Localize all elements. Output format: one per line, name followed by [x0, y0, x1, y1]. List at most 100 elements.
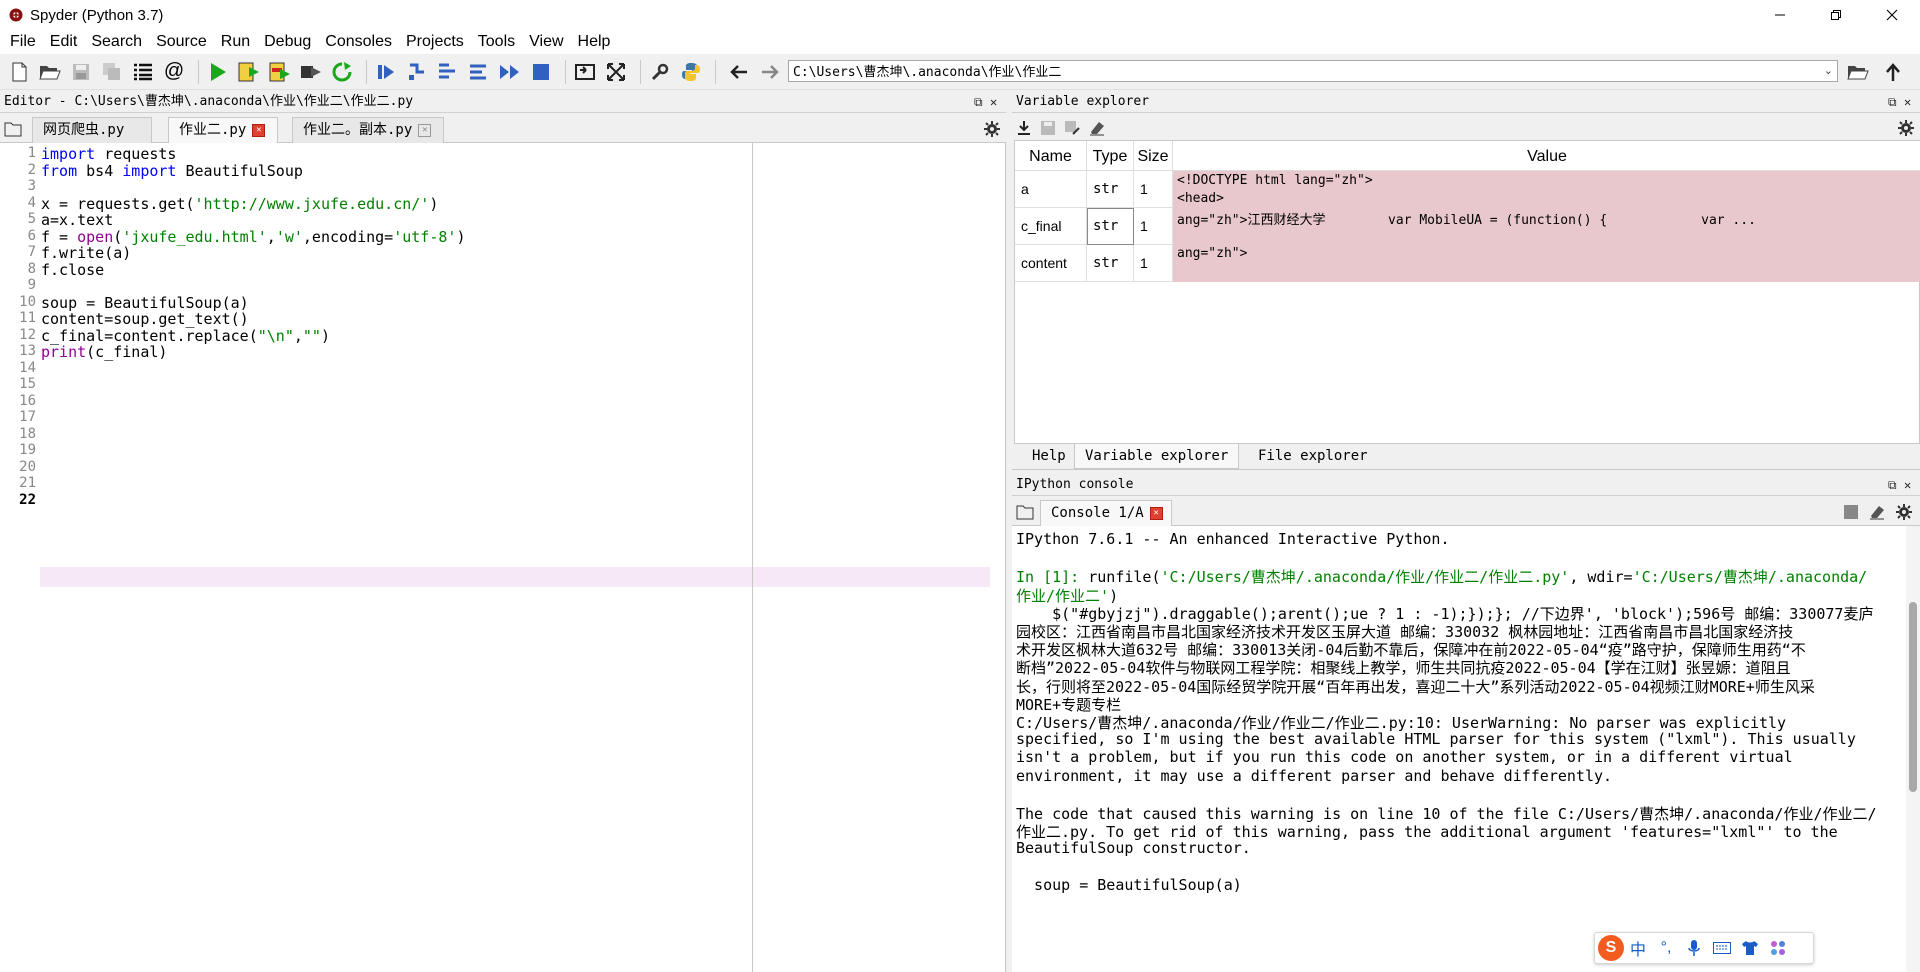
fullscreen-icon[interactable] [603, 59, 629, 85]
undock-icon[interactable]: ⧉ [974, 91, 983, 113]
minimize-button[interactable] [1752, 0, 1808, 30]
code-line[interactable]: f.write(a) [41, 244, 131, 262]
step-into-icon[interactable] [435, 59, 461, 85]
tab-variable-explorer[interactable]: Variable explorer [1074, 444, 1240, 469]
skin-shirt-icon[interactable] [1736, 934, 1764, 962]
column-header-name[interactable]: Name [1015, 141, 1087, 171]
menu-view[interactable]: View [522, 30, 570, 54]
file-tab-homework2-copy[interactable]: 作业二。副本.py ✕ [292, 117, 444, 143]
gear-icon[interactable] [1896, 504, 1912, 525]
scrollbar-thumb[interactable] [1909, 602, 1917, 792]
tab-help[interactable]: Help [1022, 444, 1076, 469]
close-tab-icon[interactable]: ✕ [252, 123, 266, 137]
menu-consoles[interactable]: Consoles [318, 30, 399, 54]
gear-icon[interactable] [984, 121, 1000, 142]
continue-icon[interactable] [497, 59, 523, 85]
menu-debug[interactable]: Debug [257, 30, 318, 54]
eraser-icon[interactable] [1088, 120, 1106, 141]
undock-icon[interactable]: ⧉ [1888, 91, 1897, 113]
browse-tabs-icon[interactable] [1016, 504, 1034, 525]
save-file-icon[interactable] [68, 59, 94, 85]
line-number: 18 [19, 425, 36, 442]
close-pane-icon[interactable]: ✕ [1904, 474, 1911, 496]
save-all-icon[interactable] [99, 59, 125, 85]
debug-icon[interactable] [373, 59, 399, 85]
gear-icon[interactable] [1898, 120, 1914, 141]
menu-edit[interactable]: Edit [43, 30, 85, 54]
keyboard-icon[interactable] [1708, 934, 1736, 962]
run-cell-icon[interactable] [236, 59, 262, 85]
menu-source[interactable]: Source [149, 30, 214, 54]
browse-files-icon[interactable] [4, 121, 22, 142]
code-line[interactable]: import requests [41, 145, 176, 163]
parent-directory-icon[interactable] [1880, 59, 1906, 85]
code-editor[interactable]: 1 2 3 4 5 6 7 8 9 10 11 12 13 14 15 16 17 18 19 20 21 22 impo… [0, 143, 1006, 972]
code-line[interactable]: x = requests.get('http://www.jxufe.edu.c… [41, 195, 438, 213]
console-token: specified, so I'm using the best availab… [1016, 730, 1856, 749]
value-column[interactable]: <!DOCTYPE html lang="zh"> <head> ang="zh… [1173, 171, 1920, 282]
browse-folder-icon[interactable] [1845, 59, 1871, 85]
code-line[interactable]: soup = BeautifulSoup(a) [41, 294, 249, 312]
run-cell-advance-icon[interactable] [267, 59, 293, 85]
tab-file-explorer[interactable]: File explorer [1248, 444, 1378, 469]
ime-logo[interactable]: S [1598, 935, 1624, 961]
back-arrow-icon[interactable] [726, 59, 752, 85]
menu-help[interactable]: Help [571, 30, 618, 54]
stop-debug-icon[interactable] [528, 59, 554, 85]
code-line[interactable]: c_final=content.replace("\n","") [41, 327, 330, 345]
python-path-icon[interactable] [678, 59, 704, 85]
punctuation-icon[interactable]: °, [1652, 934, 1680, 962]
apps-grid-icon[interactable] [1764, 934, 1792, 962]
step-return-icon[interactable] [466, 59, 492, 85]
undock-icon[interactable]: ⧉ [1888, 474, 1897, 496]
rerun-icon[interactable] [329, 59, 355, 85]
file-tab-homework2[interactable]: 作业二.py ✕ [168, 117, 278, 143]
column-header-value[interactable]: Value [1173, 141, 1920, 171]
new-file-icon[interactable] [6, 59, 32, 85]
console-output[interactable]: IPython 7.6.1 -- An enhanced Interactive… [1012, 526, 1906, 972]
ime-toolbar: S 中 °, [1594, 932, 1814, 964]
import-data-icon[interactable] [1016, 120, 1032, 141]
eraser-icon[interactable] [1868, 504, 1886, 525]
menu-run[interactable]: Run [214, 30, 257, 54]
step-icon[interactable] [404, 59, 430, 85]
working-directory-combobox[interactable]: C:\Users\曹杰坤\.anaconda\作业\作业二 ⌄ [788, 60, 1838, 82]
stop-kernel-icon[interactable] [1844, 505, 1858, 524]
console-token: 'C:/Users/曹杰坤/.anaconda/作业/作业二/作业二.py' [1160, 568, 1570, 587]
open-file-icon[interactable] [37, 59, 63, 85]
code-line[interactable]: f = open('jxufe_edu.html','w',encoding='… [41, 228, 465, 246]
code-line[interactable]: print(c_final) [41, 343, 167, 361]
close-button[interactable] [1864, 0, 1920, 30]
run-selection-icon[interactable] [298, 59, 324, 85]
close-tab-icon[interactable]: ✕ [418, 123, 432, 137]
at-icon[interactable]: @ [161, 59, 187, 85]
save-data-as-icon[interactable] [1064, 120, 1080, 141]
maximize-pane-icon[interactable] [572, 59, 598, 85]
menu-tools[interactable]: Tools [471, 30, 522, 54]
ime-language-toggle[interactable]: 中 [1624, 934, 1652, 962]
menu-file[interactable]: File [3, 30, 43, 54]
preferences-wrench-icon[interactable] [647, 59, 673, 85]
code-line[interactable]: from bs4 import BeautifulSoup [41, 162, 303, 180]
code-line[interactable]: content=soup.get_text() [41, 310, 249, 328]
chevron-down-icon[interactable]: ⌄ [1824, 61, 1833, 81]
console-line: In [1]: runfile('C:/Users/曹杰坤/.anaconda/… [1016, 566, 1867, 587]
restore-button[interactable] [1808, 0, 1864, 30]
close-pane-icon[interactable]: ✕ [1904, 91, 1911, 113]
forward-arrow-icon[interactable] [757, 59, 783, 85]
column-header-type[interactable]: Type [1087, 141, 1134, 171]
run-icon[interactable] [205, 59, 231, 85]
code-line[interactable]: a=x.text [41, 211, 113, 229]
console-tab[interactable]: Console 1/A ✕ [1040, 500, 1172, 526]
microphone-icon[interactable] [1680, 934, 1708, 962]
close-tab-icon[interactable]: ✕ [1149, 506, 1163, 520]
menu-projects[interactable]: Projects [399, 30, 471, 54]
console-scrollbar[interactable] [1906, 526, 1920, 972]
file-tab-scraper[interactable]: 网页爬虫.py✕ [32, 117, 152, 161]
close-pane-icon[interactable]: ✕ [990, 91, 997, 113]
browse-tabs-icon[interactable] [130, 59, 156, 85]
save-data-icon[interactable] [1040, 120, 1056, 141]
menu-search[interactable]: Search [84, 30, 149, 54]
code-line[interactable]: f.close [41, 261, 104, 279]
column-header-size[interactable]: Size [1134, 141, 1173, 171]
